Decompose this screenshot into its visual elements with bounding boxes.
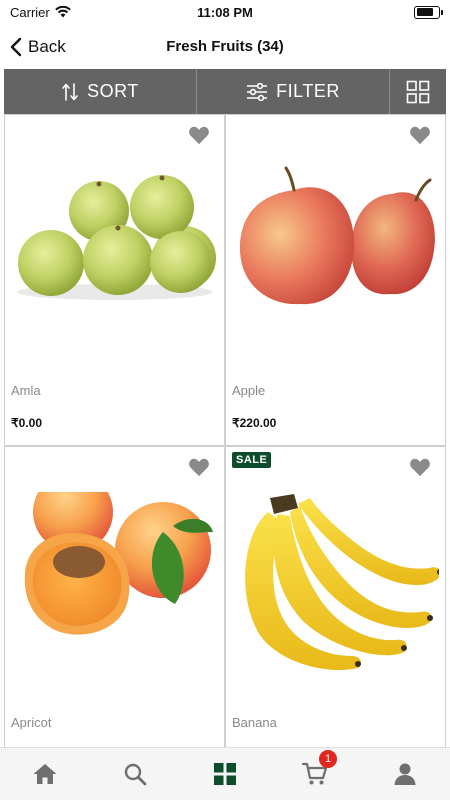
product-price: ₹0.00 [11,416,42,430]
search-icon [124,763,147,786]
cart-count-badge: 1 [319,750,337,768]
heart-icon[interactable] [188,125,210,145]
navigation-bar: Back Fresh Fruits (34) [0,24,450,69]
status-bar: Carrier 11:08 PM [0,0,450,24]
product-card-banana[interactable]: SALE Banana [225,446,446,747]
product-name: Banana [232,715,277,730]
product-name: Apple [232,383,266,398]
product-name: Amla [11,383,41,398]
chevron-left-icon [10,37,22,57]
status-left: Carrier [10,5,71,20]
filter-button[interactable]: FILTER [197,69,390,114]
wifi-icon [54,6,71,18]
home-icon [33,764,57,784]
back-button[interactable]: Back [10,32,66,62]
product-grid: Amla ₹0.00 Apple ₹220.00 Apricot SALE Ba… [4,114,446,747]
tab-profile[interactable] [360,748,450,800]
product-card-amla[interactable]: Amla ₹0.00 [4,114,225,446]
sort-label: SORT [87,81,139,101]
product-price: ₹220.00 [232,416,277,430]
view-toggle-button[interactable] [390,69,446,114]
sort-button[interactable]: SORT [4,69,197,114]
product-card-apricot[interactable]: Apricot [4,446,225,747]
sort-filter-toolbar: SORT FILTER [4,69,446,114]
grid-view-icon [406,80,430,103]
battery-level [416,8,434,16]
heart-icon[interactable] [188,457,210,477]
profile-icon [394,763,416,785]
tab-cart[interactable]: 1 [270,748,360,800]
product-card-apple[interactable]: Apple ₹220.00 [225,114,446,446]
filter-label: FILTER [276,81,340,101]
product-image-apple [239,166,435,305]
tab-categories[interactable] [180,748,270,800]
sort-arrows-icon [62,82,78,101]
tab-bar: 1 [0,747,450,800]
sliders-icon [247,82,268,101]
heart-icon[interactable] [409,457,431,477]
sale-badge: SALE [232,452,272,468]
categories-icon [214,763,236,785]
product-image-amla [17,175,216,300]
product-image-apricot [24,492,213,635]
product-image-banana [245,494,439,671]
tab-home[interactable] [0,748,90,800]
product-name: Apricot [11,715,52,730]
tab-search[interactable] [90,748,180,800]
back-label: Back [28,37,66,56]
carrier-label: Carrier [10,4,50,20]
page-title: Fresh Fruits (34) [166,38,284,55]
heart-icon[interactable] [409,125,431,145]
battery-icon [414,5,443,19]
